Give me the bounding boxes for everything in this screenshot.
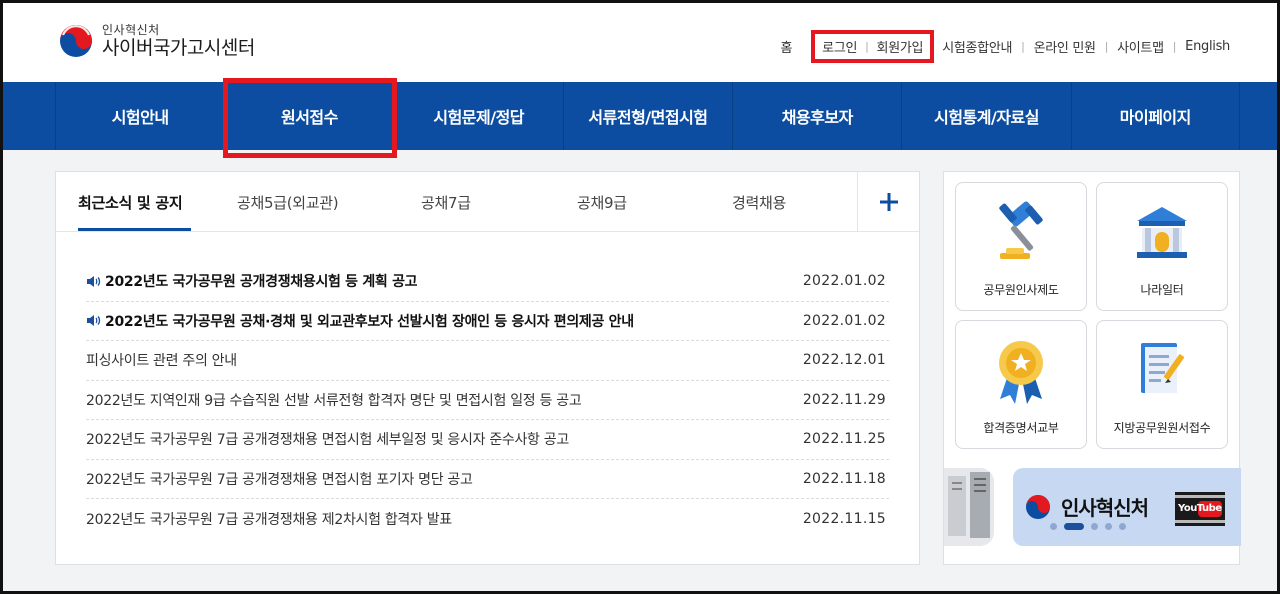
signup-link[interactable]: 회원가입 — [877, 37, 924, 56]
youtube-badge[interactable]: YouTube — [1175, 492, 1225, 526]
utility-nav: 홈 로그인 | 회원가입 시험종합안내 | 온라인 민원 | 사이트맵 | En… — [780, 30, 1230, 63]
quick-links-panel: 공무원인사제도 나라일터 합격증명서교부 지방공무원원서접수 인사혁신처 You… — [943, 171, 1241, 565]
notice-title: 2022년도 국가공무원 공개경쟁채용시험 등 계획 공고 — [105, 274, 418, 291]
pagination-dot[interactable] — [1119, 523, 1126, 530]
separator: | — [865, 40, 869, 53]
main-nav: 시험안내 원서접수 시험문제/정답 서류전형/면접시험 채용후보자 시험통계/자… — [0, 82, 1280, 150]
list-item[interactable]: 2022년도 국가공무원 공개경쟁채용시험 등 계획 공고 2022.01.02 — [86, 262, 889, 302]
notice-title: 2022년도 국가공무원 공채·경채 및 외교관후보자 선발시험 장애인 등 응… — [105, 313, 634, 330]
notice-title: 2022년도 국가공무원 7급 공개경쟁채용 면접시험 포기자 명단 공고 — [86, 471, 473, 488]
logo-title: 사이버국가고시센터 — [102, 37, 255, 59]
nav-item-statistics[interactable]: 시험통계/자료실 — [901, 82, 1070, 150]
banner-prev-slide[interactable] — [944, 468, 994, 546]
taegeuk-emblem-icon — [1026, 495, 1050, 519]
separator: | — [1021, 40, 1025, 53]
notice-title: 피싱사이트 관련 주의 안내 — [86, 353, 237, 370]
list-item[interactable]: 2022년도 지역인재 9급 수습직원 선발 서류전형 합격자 명단 및 면접시… — [86, 381, 889, 420]
quick-link-label: 합격증명서교부 — [983, 421, 1059, 435]
online-service-link[interactable]: 온라인 민원 — [1034, 37, 1096, 56]
speaker-icon — [86, 275, 102, 288]
youtube-label: YouTube — [1178, 503, 1222, 514]
pagination-dot[interactable] — [1050, 523, 1057, 530]
list-item[interactable]: 2022년도 국가공무원 7급 공개경쟁채용 면접시험 포기자 명단 공고 20… — [86, 460, 889, 499]
list-item[interactable]: 2022년도 국가공무원 7급 공개경쟁채용 면접시험 세부일정 및 응시자 준… — [86, 420, 889, 460]
sitemap-link[interactable]: 사이트맵 — [1117, 37, 1164, 56]
list-item[interactable]: 피싱사이트 관련 주의 안내 2022.12.01 — [86, 341, 889, 381]
pagination-dot-active[interactable] — [1064, 523, 1084, 530]
document-pencil-icon — [1141, 343, 1185, 393]
notice-tabs: 최근소식 및 공지 공채5급(외교관) 공채7급 공채9급 경력채용 — [56, 172, 919, 232]
tab-grade9[interactable]: 공채9급 — [577, 172, 627, 232]
notice-date: 2022.01.02 — [802, 273, 886, 290]
nav-item-mypage[interactable]: 마이페이지 — [1070, 82, 1240, 150]
logo-subtitle: 인사혁신처 — [102, 23, 160, 37]
quick-link-label: 공무원인사제도 — [983, 283, 1059, 297]
quick-link-narailter[interactable]: 나라일터 — [1096, 182, 1228, 311]
speaker-icon — [86, 314, 102, 327]
notice-title: 2022년도 지역인재 9급 수습직원 선발 서류전형 합격자 명단 및 면접시… — [86, 392, 582, 409]
english-link[interactable]: English — [1185, 39, 1230, 54]
quick-link-label: 지방공무원원서접수 — [1113, 421, 1211, 435]
notice-panel: 최근소식 및 공지 공채5급(외교관) 공채7급 공채9급 경력채용 2022년… — [55, 171, 920, 565]
notice-title: 2022년도 국가공무원 7급 공개경쟁채용 제2차시험 합격자 발표 — [86, 511, 452, 528]
login-link[interactable]: 로그인 — [822, 37, 857, 56]
notice-date: 2022.11.15 — [802, 510, 886, 527]
site-header: 인사혁신처 사이버국가고시센터 홈 로그인 | 회원가입 시험종합안내 | 온라… — [0, 0, 1280, 82]
tab-career[interactable]: 경력채용 — [732, 172, 786, 232]
list-item[interactable]: 2022년도 국가공무원 공채·경채 및 외교관후보자 선발시험 장애인 등 응… — [86, 302, 889, 341]
notice-date: 2022.01.02 — [802, 312, 886, 329]
separator: | — [1172, 40, 1177, 53]
notice-date: 2022.12.01 — [802, 352, 886, 369]
pagination-dot[interactable] — [1091, 523, 1098, 530]
separator: | — [1104, 40, 1109, 53]
notice-title: 2022년도 국가공무원 7급 공개경쟁채용 면접시험 세부일정 및 응시자 준… — [86, 432, 569, 449]
plus-icon — [879, 193, 898, 211]
nav-item-exam-guide[interactable]: 시험안내 — [55, 82, 224, 150]
tab-grade7[interactable]: 공채7급 — [421, 172, 471, 232]
tab-recent-news[interactable]: 최근소식 및 공지 — [78, 172, 183, 232]
tab-grade5-diplomat[interactable]: 공채5급(외교관) — [237, 172, 339, 232]
site-logo[interactable]: 인사혁신처 사이버국가고시센터 — [58, 23, 255, 59]
nav-item-questions-answers[interactable]: 시험문제/정답 — [393, 82, 563, 150]
quick-link-label: 나라일터 — [1140, 283, 1184, 297]
award-badge-icon — [999, 341, 1043, 404]
notice-date: 2022.11.25 — [802, 431, 886, 448]
login-signup-highlight: 로그인 | 회원가입 — [811, 30, 935, 63]
taegeuk-logo-icon — [60, 25, 92, 57]
government-building-icon — [1137, 207, 1187, 258]
banner-title: 인사혁신처 — [1061, 496, 1149, 520]
nav-item-documents-interview[interactable]: 서류전형/면접시험 — [562, 82, 732, 150]
exam-info-link[interactable]: 시험종합안내 — [942, 37, 1012, 56]
notice-date: 2022.11.18 — [802, 470, 886, 487]
nav-item-candidates[interactable]: 채용후보자 — [732, 82, 901, 150]
active-tab-underline — [78, 228, 191, 231]
more-button[interactable] — [857, 172, 919, 232]
quick-link-certificate[interactable]: 합격증명서교부 — [955, 320, 1087, 449]
nav-item-application[interactable]: 원서접수 — [224, 82, 393, 150]
pagination-dot[interactable] — [1105, 523, 1112, 530]
gavel-icon — [999, 201, 1043, 259]
newspaper-thumbnail-icon — [944, 468, 994, 546]
list-item[interactable]: 2022년도 국가공무원 7급 공개경쟁채용 제2차시험 합격자 발표 2022… — [86, 499, 889, 539]
quick-link-local-application[interactable]: 지방공무원원서접수 — [1096, 320, 1228, 449]
notice-date: 2022.11.29 — [802, 391, 886, 408]
home-link[interactable]: 홈 — [780, 37, 792, 56]
notice-list: 2022년도 국가공무원 공개경쟁채용시험 등 계획 공고 2022.01.02… — [86, 262, 889, 539]
quick-link-hr-system[interactable]: 공무원인사제도 — [955, 182, 1087, 311]
banner-pagination — [1050, 523, 1133, 530]
